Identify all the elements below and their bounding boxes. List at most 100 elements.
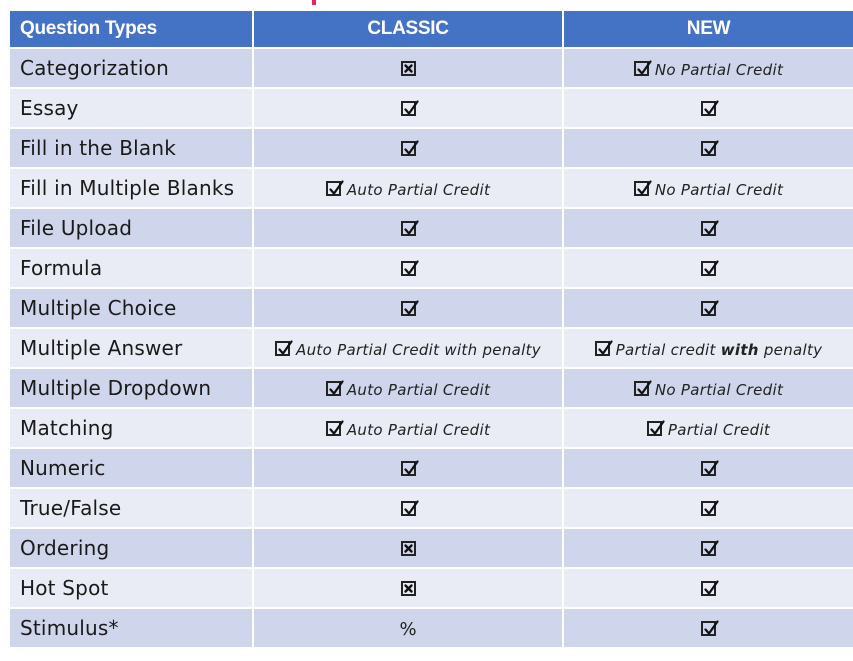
check-box-icon	[325, 420, 344, 436]
check-box-icon	[701, 260, 719, 276]
table-row: Stimulus*%	[10, 609, 853, 649]
header-classic: CLASSIC	[254, 11, 564, 49]
new-cell	[564, 449, 853, 489]
new-cell	[564, 609, 853, 649]
classic-cell: Auto Partial Credit	[254, 169, 564, 209]
check-box-icon	[594, 340, 613, 356]
new-cell	[564, 489, 853, 529]
new-cell	[564, 89, 853, 129]
credit-note: Partial credit with penalty	[616, 341, 823, 359]
header-question-types: Question Types	[10, 11, 254, 49]
question-type-name: Ordering	[10, 529, 254, 569]
credit-note: No Partial Credit	[654, 381, 784, 399]
new-cell	[564, 569, 853, 609]
header-new: NEW	[564, 11, 853, 49]
check-box-icon	[400, 500, 419, 516]
classic-cell: Auto Partial Credit	[254, 409, 564, 449]
new-cell	[564, 129, 853, 169]
new-cell: No Partial Credit	[564, 169, 853, 209]
question-type-name: Numeric	[10, 449, 254, 489]
classic-cell	[254, 569, 564, 609]
classic-cell	[254, 249, 564, 289]
check-box-icon	[646, 420, 665, 436]
classic-cell	[254, 449, 564, 489]
table-row: Categorization No Partial Credit	[10, 49, 853, 89]
question-type-name: Matching	[10, 409, 254, 449]
question-type-name: Hot Spot	[10, 569, 254, 609]
credit-note: Auto Partial Credit	[346, 381, 491, 399]
table-row: Formula	[10, 249, 853, 289]
x-box-icon	[400, 581, 416, 596]
credit-note-pre: Partial credit	[615, 341, 721, 359]
classic-cell	[254, 89, 564, 129]
classic-cell	[254, 209, 564, 249]
check-box-icon	[701, 540, 719, 556]
question-type-name: True/False	[10, 489, 254, 529]
check-box-icon	[400, 260, 419, 276]
credit-note: Auto Partial Credit	[346, 421, 491, 439]
table-row: Hot Spot	[10, 569, 853, 609]
question-type-name: Essay	[10, 89, 254, 129]
classic-cell: %	[254, 609, 564, 649]
new-cell	[564, 249, 853, 289]
classic-cell	[254, 129, 564, 169]
table-row: Multiple Choice	[10, 289, 853, 329]
check-box-icon	[400, 140, 419, 156]
new-cell: No Partial Credit	[564, 369, 853, 409]
table-row: Essay	[10, 89, 853, 129]
x-box-icon	[400, 541, 416, 556]
credit-note: No Partial Credit	[654, 181, 784, 199]
new-cell: No Partial Credit	[564, 49, 853, 89]
question-type-name: Multiple Dropdown	[10, 369, 254, 409]
question-type-name: Categorization	[10, 49, 254, 89]
check-box-icon	[400, 220, 419, 236]
question-type-name: Formula	[10, 249, 254, 289]
check-box-icon	[701, 500, 719, 516]
table-row: Numeric	[10, 449, 853, 489]
check-box-icon	[701, 580, 719, 596]
check-box-icon	[701, 460, 719, 476]
classic-cell	[254, 289, 564, 329]
question-type-name: Fill in Multiple Blanks	[10, 169, 254, 209]
table-row: Fill in the Blank	[10, 129, 853, 169]
check-box-icon	[400, 100, 419, 116]
question-type-name: Fill in the Blank	[10, 129, 254, 169]
new-cell	[564, 209, 853, 249]
check-box-icon	[275, 340, 293, 356]
credit-note: No Partial Credit	[654, 61, 784, 79]
table-row: Ordering	[10, 529, 853, 569]
question-type-name: Multiple Choice	[10, 289, 254, 329]
table-row: Multiple Answer Auto Partial Credit with …	[10, 329, 853, 369]
check-box-icon	[325, 180, 344, 196]
classic-cell	[254, 489, 564, 529]
table-row: Matching Auto Partial Credit Partial Credi…	[10, 409, 853, 449]
percent-symbol: %	[399, 619, 417, 640]
table-row: True/False	[10, 489, 853, 529]
check-box-icon	[400, 300, 419, 316]
credit-note: Auto Partial Credit with penalty	[296, 341, 541, 359]
check-box-icon	[701, 140, 719, 156]
classic-cell	[254, 49, 564, 89]
check-box-icon	[633, 380, 652, 396]
new-cell	[564, 529, 853, 569]
classic-cell	[254, 529, 564, 569]
question-type-name: Multiple Answer	[10, 329, 254, 369]
x-box-icon	[400, 61, 416, 76]
new-cell: Partial Credit	[564, 409, 853, 449]
credit-note: Partial Credit	[667, 421, 771, 439]
table-row: File Upload	[10, 209, 853, 249]
classic-cell: Auto Partial Credit with penalty	[254, 329, 564, 369]
question-types-table: Question Types CLASSIC NEW Categorizatio…	[10, 11, 853, 649]
check-box-icon	[701, 620, 719, 636]
question-type-name: Stimulus*	[10, 609, 254, 649]
check-box-icon	[701, 100, 719, 116]
header-row: Question Types CLASSIC NEW	[10, 11, 853, 49]
check-box-icon	[701, 300, 719, 316]
question-type-name: File Upload	[10, 209, 254, 249]
table-row: Multiple Dropdown Auto Partial Credit No P…	[10, 369, 853, 409]
check-box-icon	[633, 180, 652, 196]
check-box-icon	[400, 460, 419, 476]
credit-note: Auto Partial Credit	[346, 181, 491, 199]
classic-cell: Auto Partial Credit	[254, 369, 564, 409]
check-box-icon	[325, 380, 344, 396]
